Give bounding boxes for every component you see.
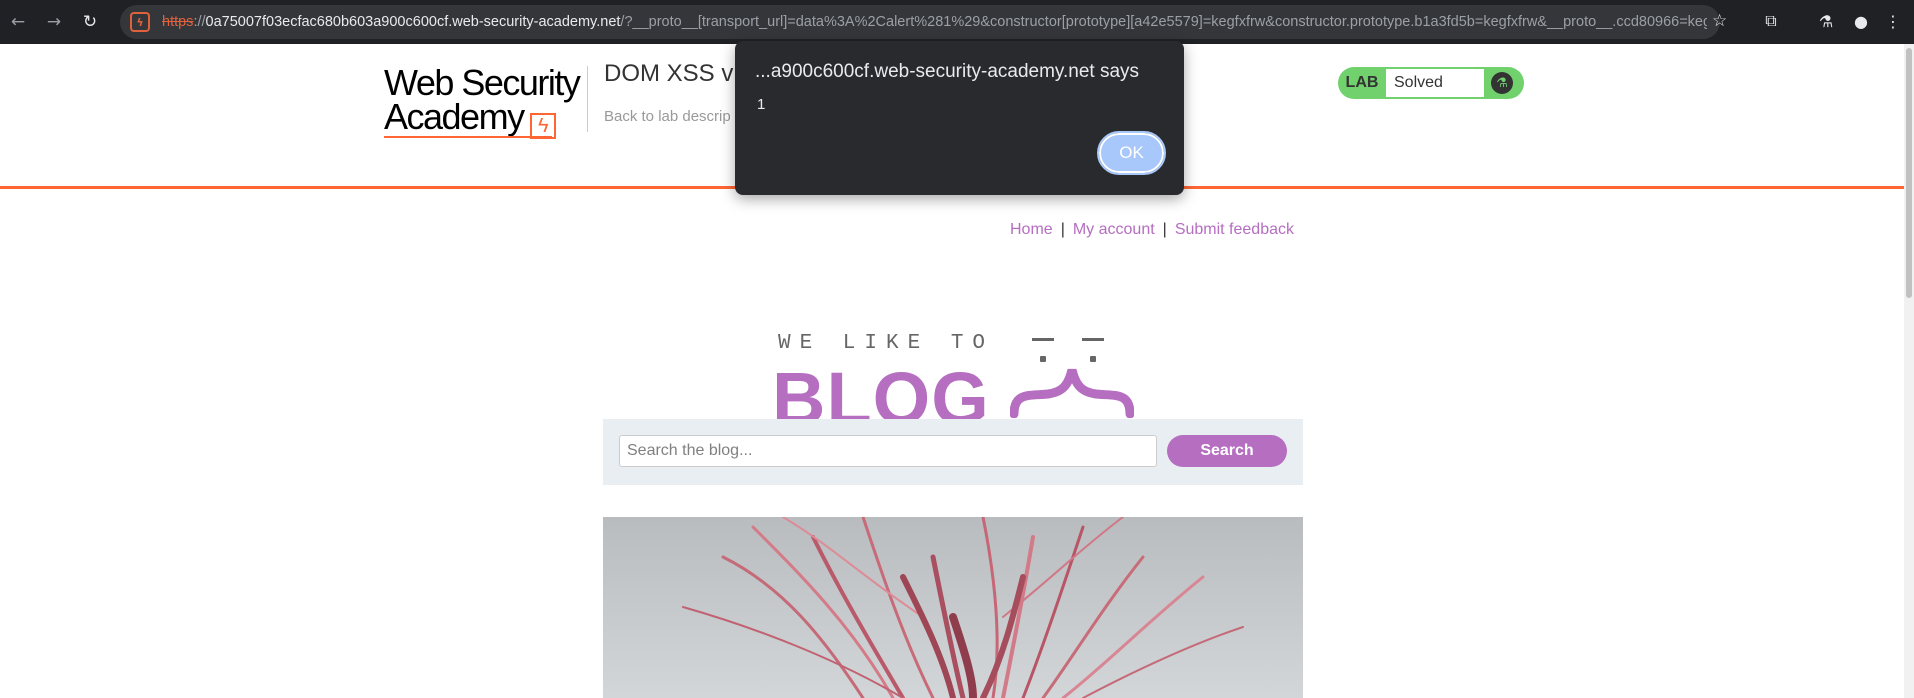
alert-title: ...a900c600cf.web-security-academy.net s… [755, 61, 1140, 82]
face-eye-left [1040, 356, 1046, 362]
header-divider [587, 66, 588, 132]
url-scheme: https [162, 14, 194, 30]
alert-message: 1 [757, 96, 766, 113]
search-input[interactable] [619, 435, 1157, 467]
search-button[interactable]: Search [1167, 435, 1287, 467]
blog-logo-tagline: WE LIKE TO [778, 332, 995, 355]
face-brow-right [1082, 338, 1104, 341]
brace-icon [1010, 368, 1134, 418]
extensions-icon[interactable]: ⧉ [1760, 10, 1782, 32]
lab-label: LAB [1345, 74, 1379, 91]
reload-icon[interactable]: ↻ [72, 0, 108, 44]
submit-feedback-link[interactable]: Submit feedback [1175, 221, 1294, 238]
logo-line2: Academy ϟ [384, 99, 584, 139]
forward-icon[interactable]: → [36, 0, 72, 44]
alert-dialog: ...a900c600cf.web-security-academy.net s… [735, 41, 1184, 195]
url-host: 0a75007f03ecfac680b603a900c600cf.web-sec… [205, 14, 621, 30]
logo-line1: Web Security [384, 62, 581, 103]
my-account-link[interactable]: My account [1073, 221, 1155, 238]
top-nav: Home | My account | Submit feedback [1010, 221, 1294, 239]
pink-hair-image [603, 517, 1303, 698]
logo-underline [384, 136, 552, 138]
lab-status-widget: LAB Solved ⚗ [1338, 67, 1524, 99]
lab-state: Solved [1386, 69, 1484, 97]
star-icon[interactable]: ☆ [1712, 11, 1727, 31]
back-icon[interactable]: ← [0, 0, 36, 44]
blog-logo: WE LIKE TO BLOG [772, 324, 1142, 440]
address-bar[interactable]: ϟ https://0a75007f03ecfac680b603a900c600… [120, 5, 1720, 39]
face-brow-left [1032, 338, 1054, 341]
lab-title: DOM XSS vi [604, 60, 739, 87]
home-link[interactable]: Home [1010, 221, 1053, 238]
page-scrollbar[interactable] [1904, 44, 1914, 698]
menu-icon[interactable]: ⋮ [1882, 10, 1904, 32]
url-text[interactable]: https://0a75007f03ecfac680b603a900c600cf… [162, 14, 1707, 30]
academy-logo[interactable]: Web Security Academy ϟ [384, 62, 584, 139]
profile-icon[interactable]: ● [1850, 10, 1872, 32]
nav-separator: | [1162, 221, 1167, 238]
search-container: Search [603, 419, 1303, 485]
back-to-lab-link[interactable]: Back to lab descrip [604, 108, 731, 125]
scrollbar-thumb[interactable] [1906, 48, 1912, 298]
browser-toolbar: ← → ↻ ϟ https://0a75007f03ecfac680b603a9… [0, 0, 1914, 44]
url-separator: :// [193, 14, 206, 30]
lab-flask-button[interactable]: ⚗ [1484, 72, 1520, 94]
alert-ok-button[interactable]: OK [1097, 131, 1166, 175]
logo-line2-text: Academy [384, 96, 525, 137]
labs-icon[interactable]: ⚗ [1815, 10, 1837, 32]
blog-post-image[interactable] [603, 517, 1303, 698]
site-info-icon[interactable]: ϟ [130, 12, 150, 32]
nav-separator: | [1060, 221, 1065, 238]
flask-icon: ⚗ [1491, 72, 1513, 94]
face-eye-right [1090, 356, 1096, 362]
url-path: /?__proto__[transport_url]=data%3A%2Cale… [620, 14, 1707, 30]
